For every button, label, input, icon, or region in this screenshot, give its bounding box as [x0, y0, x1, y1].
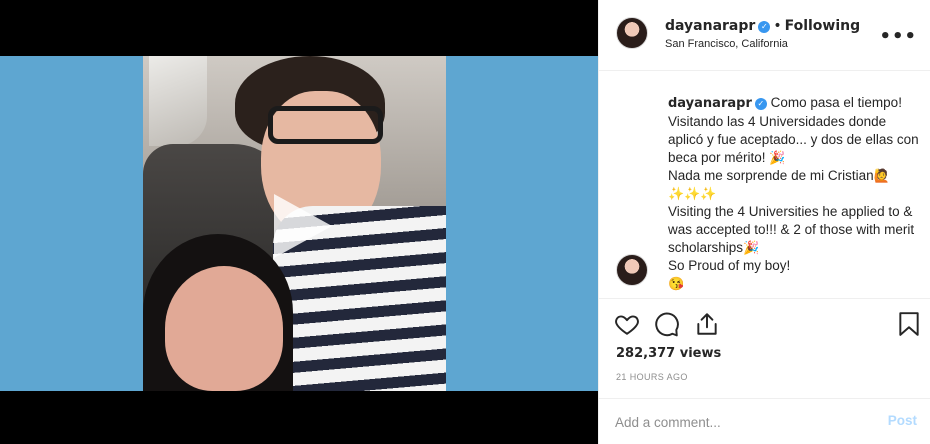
person-raising-hand-icon: 🙋 — [873, 168, 890, 183]
verified-badge-icon: ✓ — [758, 21, 771, 33]
sparkles-icon: ✨✨✨ — [668, 186, 717, 201]
party-popper-icon: 🎉 — [743, 240, 760, 255]
caption-username[interactable]: dayanarapr — [668, 96, 752, 111]
verified-badge-icon: ✓ — [754, 98, 767, 110]
comment-input[interactable] — [615, 412, 875, 432]
party-popper-icon: 🎉 — [769, 150, 786, 165]
avatar[interactable] — [616, 254, 648, 286]
username-link[interactable]: dayanarapr — [665, 18, 755, 34]
comment-bubble-icon[interactable] — [654, 311, 680, 337]
post-timestamp[interactable]: 21 HOURS AGO — [616, 372, 688, 382]
video-frame[interactable] — [0, 56, 598, 391]
post-caption: dayanarapr ✓ Como pasa el tiempo! Visitan… — [668, 94, 920, 293]
bookmark-icon[interactable] — [896, 311, 922, 337]
comment-composer: Post — [599, 398, 930, 444]
view-count[interactable]: 282,377 views — [616, 346, 721, 361]
avatar[interactable] — [616, 17, 648, 49]
following-button[interactable]: Following — [785, 18, 861, 34]
caption-text-english: Visiting the 4 Universities he applied t… — [668, 204, 915, 255]
comments-section: dayanarapr ✓ Como pasa el tiempo! Visitan… — [599, 72, 930, 298]
post-sidebar: dayanarapr ✓ • Following San Francisco, Cal… — [598, 0, 930, 444]
caption-text-proud: So Proud of my boy! — [668, 258, 791, 273]
location-link[interactable]: San Francisco, California — [665, 38, 788, 50]
instagram-post-modal: dayanarapr ✓ • Following San Francisco, Cal… — [0, 0, 930, 444]
action-bar — [599, 298, 930, 348]
separator-dot: • — [773, 18, 782, 34]
play-icon[interactable] — [266, 190, 338, 262]
kiss-face-icon: 😘 — [668, 276, 685, 291]
heart-icon[interactable] — [614, 311, 640, 337]
share-icon[interactable] — [694, 311, 720, 337]
post-comment-button[interactable]: Post — [888, 413, 917, 428]
post-header: dayanarapr ✓ • Following San Francisco, Cal… — [599, 0, 930, 71]
header-user-row: dayanarapr ✓ • Following — [665, 18, 860, 34]
more-options-icon[interactable]: ••• — [879, 26, 917, 47]
media-area — [0, 0, 598, 444]
caption-text-cristian: Nada me sorprende de mi Cristian — [668, 168, 874, 183]
